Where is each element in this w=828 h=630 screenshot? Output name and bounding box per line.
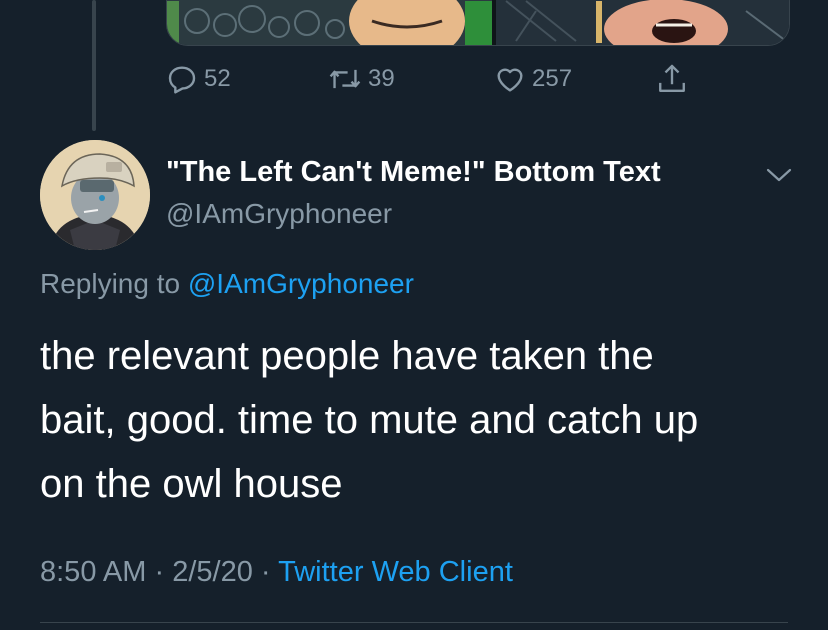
share-button[interactable] xyxy=(656,62,688,96)
tweet-time[interactable]: 8:50 AM xyxy=(40,556,146,588)
avatar-image xyxy=(40,140,150,250)
media-image-right[interactable] xyxy=(496,0,789,45)
display-name[interactable]: "The Left Can't Meme!" Bottom Text xyxy=(166,156,661,189)
user-handle[interactable]: @IAmGryphoneer xyxy=(166,198,392,230)
replying-to-line: Replying to @IAmGryphoneer xyxy=(40,268,414,300)
like-icon xyxy=(494,63,526,95)
previous-tweet-actions: 52 39 257 xyxy=(166,62,726,96)
like-count: 257 xyxy=(532,65,573,92)
retweet-count: 39 xyxy=(368,65,395,92)
meta-separator: · xyxy=(260,556,271,588)
tweet-detail-page: 52 39 257 "The Left Can't Meme!" Bottom … xyxy=(0,0,828,630)
replying-to-mention[interactable]: @IAmGryphoneer xyxy=(188,268,414,299)
divider xyxy=(40,622,788,623)
retweet-button[interactable]: 39 xyxy=(328,62,395,96)
tweet-menu-button[interactable] xyxy=(762,160,796,190)
replying-to-label: Replying to xyxy=(40,268,181,299)
tweet-date[interactable]: 2/5/20 xyxy=(172,556,253,588)
tweet-text-line: bait, good. time to mute and catch up xyxy=(40,398,699,442)
tweet-text-line: the relevant people have taken the xyxy=(40,334,654,378)
tweet-text: the relevant people have taken the bait,… xyxy=(40,324,800,516)
media-image-left[interactable] xyxy=(167,0,492,45)
chevron-down-icon xyxy=(762,168,796,194)
like-button[interactable]: 257 xyxy=(494,62,572,96)
tweet-metadata: 8:50 AM · 2/5/20 · Twitter Web Client xyxy=(40,556,513,589)
previous-tweet-media[interactable] xyxy=(166,0,790,46)
media-illustration-right xyxy=(496,0,789,45)
media-illustration-left xyxy=(167,0,492,45)
avatar[interactable] xyxy=(40,140,150,250)
reply-button[interactable]: 52 xyxy=(166,62,231,96)
share-icon xyxy=(656,62,688,96)
reply-icon xyxy=(166,63,198,95)
reply-count: 52 xyxy=(204,65,231,92)
tweet-client-link[interactable]: Twitter Web Client xyxy=(278,556,513,588)
thread-connector-line xyxy=(92,0,96,131)
meta-separator: · xyxy=(154,556,165,588)
retweet-icon xyxy=(328,63,362,95)
tweet-text-line: on the owl house xyxy=(40,462,343,506)
